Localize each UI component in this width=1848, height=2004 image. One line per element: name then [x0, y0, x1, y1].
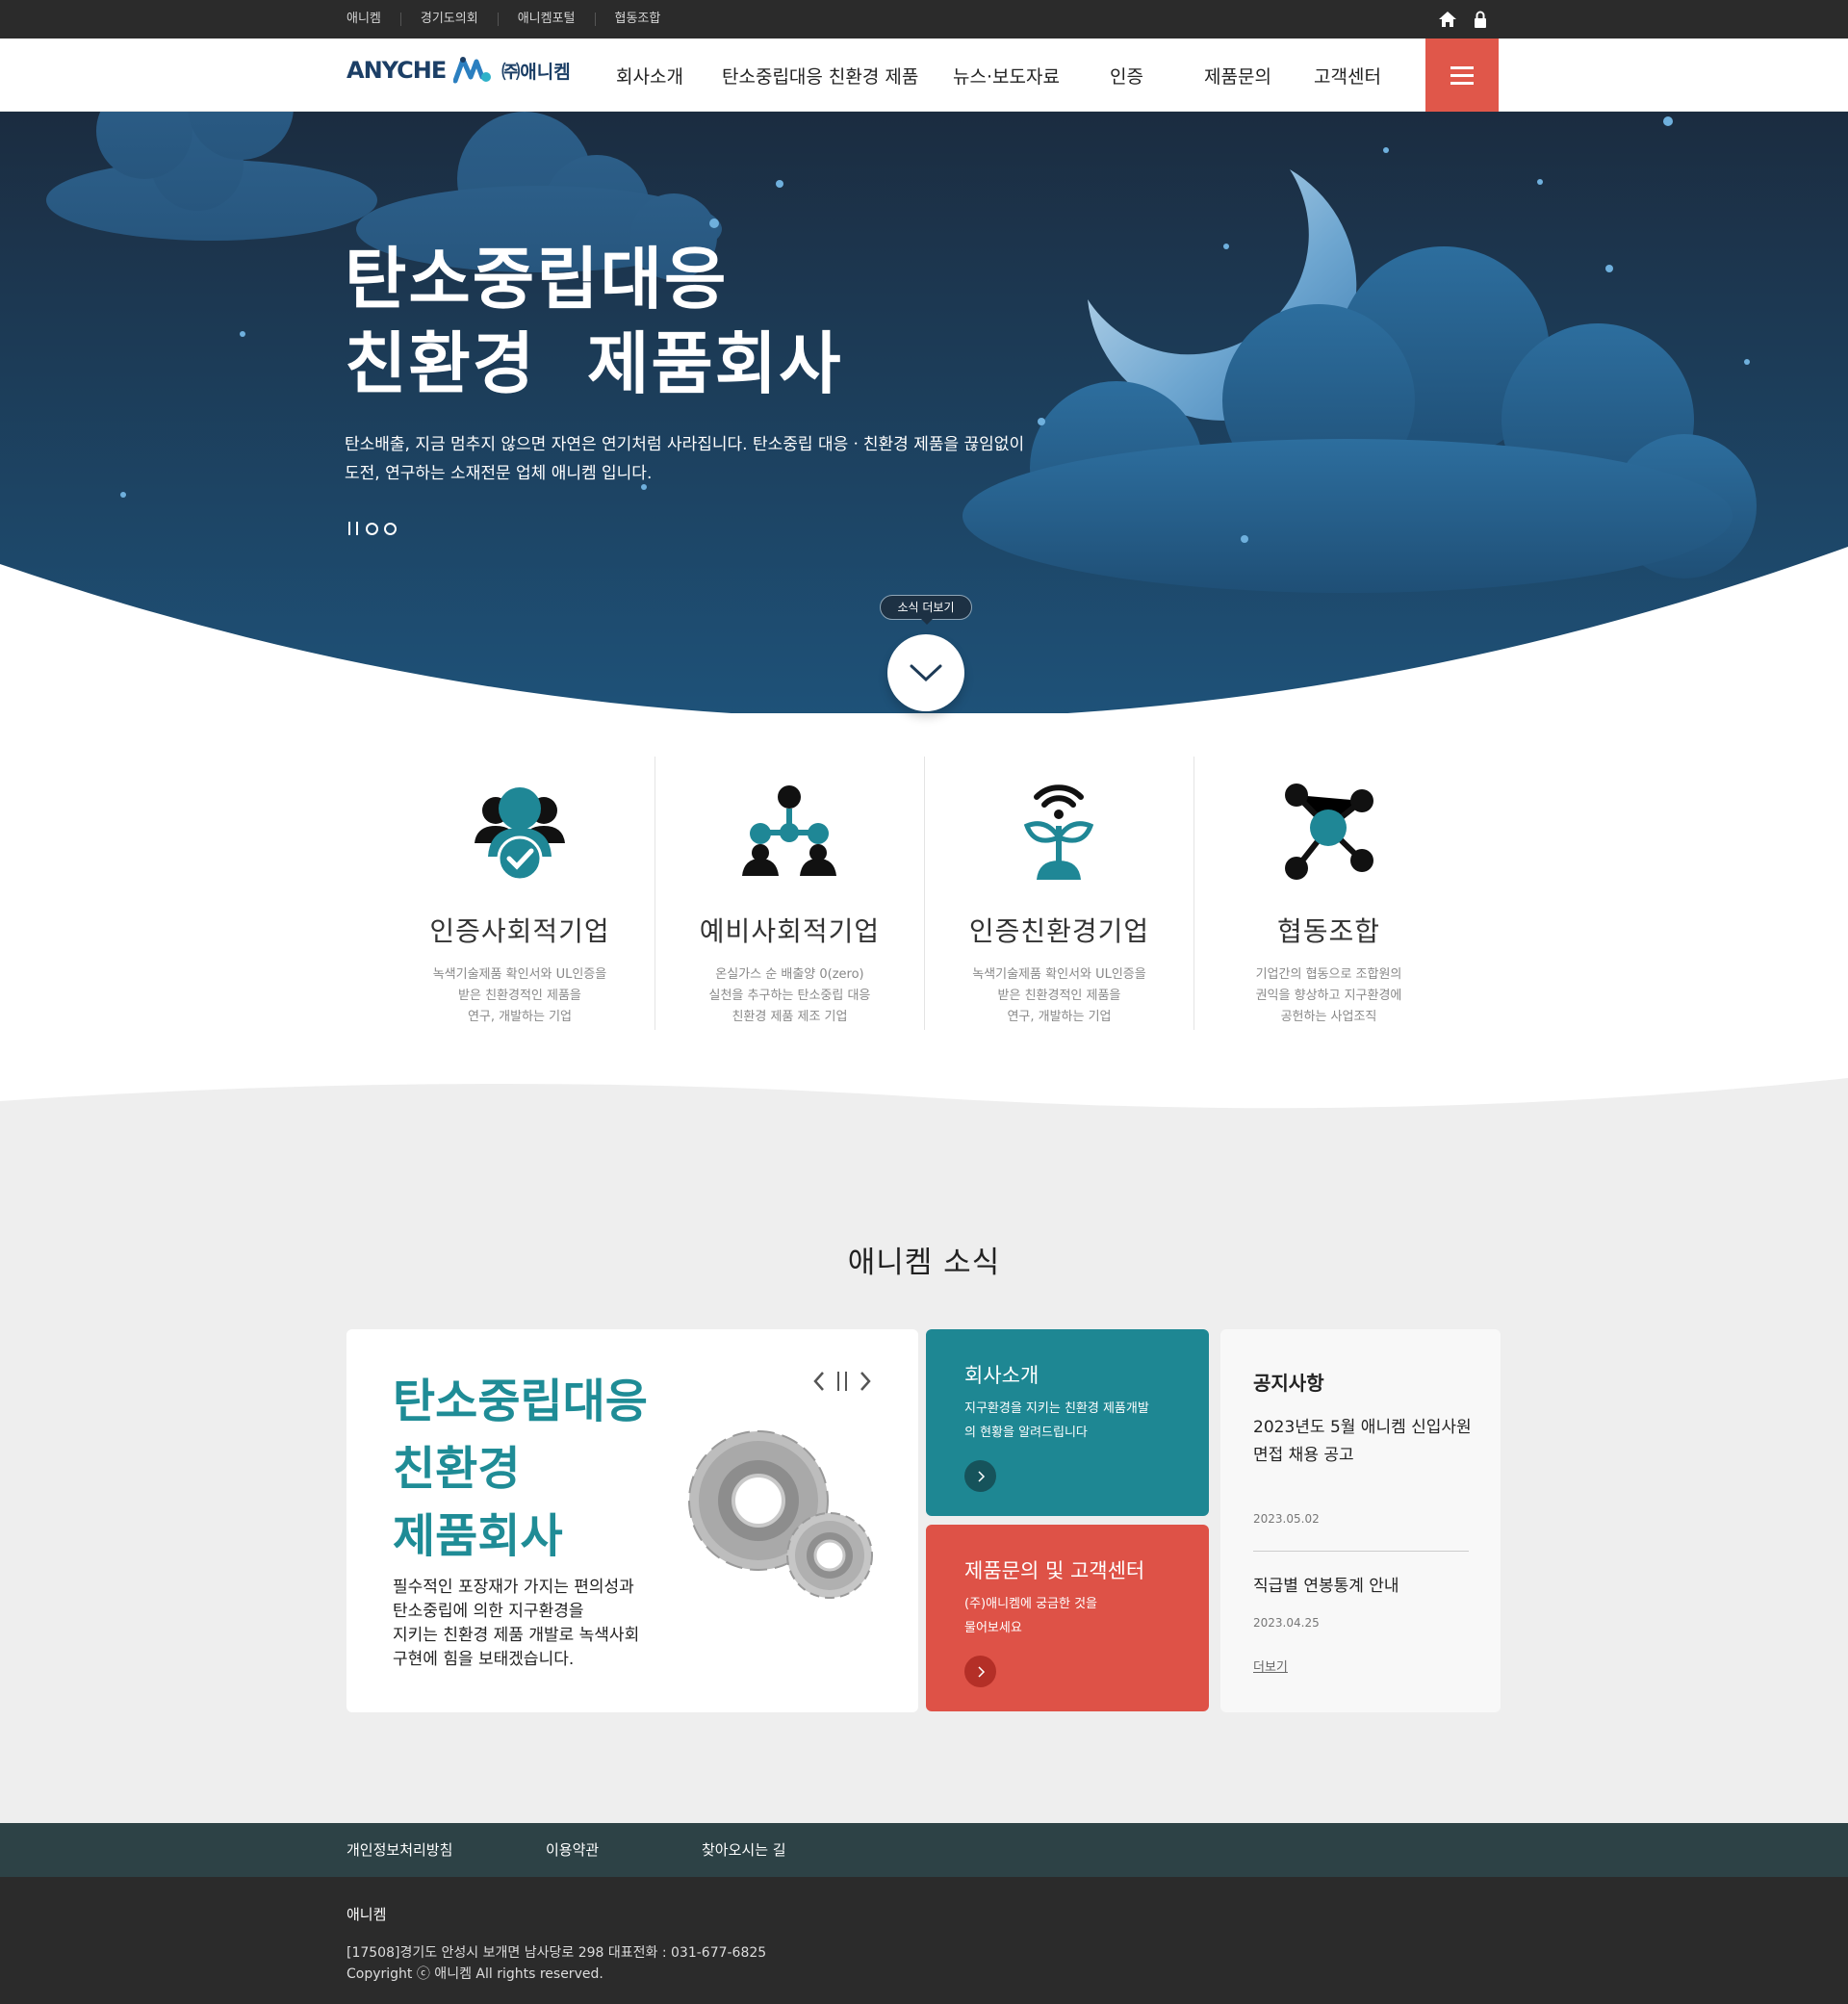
notice-item-title[interactable]: 직급별 연봉통계 안내: [1253, 1572, 1399, 1596]
card-description: (주)애니켐에 궁금한 것을 물어보세요: [964, 1597, 1098, 1635]
notice-item-date: 2023.04.25: [1253, 1616, 1320, 1630]
feature-description: 온실가스 순 배출양 0(zero) 실천을 추구하는 탄소중립 대응 친환경 …: [708, 967, 871, 1024]
feature-title: 협동조합: [1276, 915, 1381, 947]
nav-item-certification[interactable]: 인증: [1110, 63, 1204, 89]
footer-link-privacy[interactable]: 개인정보처리방침: [346, 1823, 452, 1877]
home-icon[interactable]: [1438, 10, 1457, 29]
customer-center-card[interactable]: 제품문의 및 고객센터 (주)애니켐에 궁금한 것을 물어보세요: [926, 1525, 1209, 1711]
nav-item-news[interactable]: 뉴스·보도자료: [953, 63, 1110, 89]
notice-more-link[interactable]: 더보기: [1253, 1657, 1288, 1675]
footer-company-name: 애니켐: [346, 1906, 387, 1923]
hamburger-menu-button[interactable]: [1425, 39, 1499, 112]
family-link-cooperative[interactable]: 협동조합: [594, 13, 680, 26]
hamburger-icon-bar: [1450, 81, 1474, 85]
feature-description: 녹색기술제품 확인서와 UL인증을 받은 친환경적인 제품을 연구, 개발하는 …: [972, 967, 1146, 1024]
scroll-down-button[interactable]: [887, 634, 964, 711]
slide-indicator[interactable]: [366, 522, 378, 535]
nav-item-product-inquiry[interactable]: 제품문의: [1204, 63, 1314, 89]
feature-title: 예비사회적기업: [699, 915, 881, 947]
feature-list: 인증사회적기업 녹색기술제품 확인서와 UL인증을 받은 친환경적인 제품을 연…: [385, 757, 1463, 1030]
notice-title: 공지사항: [1253, 1372, 1324, 1395]
pause-icon[interactable]: [348, 522, 358, 535]
nav-item-company[interactable]: 회사소개: [616, 63, 722, 89]
news-section-title: 애니켐 소식: [847, 1246, 1001, 1280]
feature-description: 기업간의 협동으로 조합원의 권익을 향상하고 지구환경에 공헌하는 사업조직: [1255, 967, 1402, 1024]
hero-slider-controls: [348, 522, 397, 535]
footer-link-directions[interactable]: 찾아오시는 길: [702, 1823, 786, 1877]
nav-item-customer-center[interactable]: 고객센터: [1314, 63, 1410, 89]
utility-icons: [1438, 10, 1490, 29]
card-title: 제품문의 및 고객센터: [964, 1559, 1145, 1582]
chevron-right-icon: [977, 1470, 985, 1482]
notice-item-title[interactable]: 2023년도 5월 애니켐 신입사원 면접 채용 공고: [1253, 1414, 1484, 1470]
feature-item[interactable]: 인증친환경기업 녹색기술제품 확인서와 UL인증을 받은 친환경적인 제품을 연…: [923, 757, 1194, 1030]
footer-address-block: [17508]경기도 안성시 보개면 남사당로 298 대표전화 : 031-6…: [346, 1942, 766, 1985]
more-news-tooltip: 소식 더보기: [880, 595, 972, 625]
chevron-right-icon: [977, 1665, 985, 1678]
hero-title-line: 친환경 제품회사: [345, 324, 843, 403]
card-go-button[interactable]: [964, 1460, 996, 1492]
feature-title: 인증사회적기업: [429, 915, 610, 947]
notice-item-date: 2023.05.02: [1253, 1512, 1320, 1526]
news-feature-text: 필수적인 포장재가 가지는 편의성과 탄소중립에 의한 지구환경을 지키는 친환…: [393, 1578, 640, 1669]
eco-sprout-icon: [1024, 784, 1094, 880]
news-feature-headline: 탄소중립대응 친환경 제품회사: [393, 1375, 648, 1563]
footer-links-bar: 개인정보처리방침 이용약관 찾아오시는 길: [0, 1823, 1848, 1877]
family-link-anychem-portal[interactable]: 애니켐포털: [497, 13, 595, 26]
site-logo[interactable]: ANYCHE ㈜애니켐: [346, 56, 571, 85]
footer-copyright: Copyright ⓒ 애니켐 All rights reserved.: [346, 1966, 603, 1982]
footer-address: [17508]경기도 안성시 보개면 남사당로 298 대표전화 : 031-6…: [346, 1945, 767, 1961]
chevron-left-icon[interactable]: [810, 1370, 828, 1393]
hero-title: 탄소중립대응 친환경 제품회사: [345, 237, 843, 406]
hamburger-icon-bar: [1450, 73, 1474, 77]
feature-title: 인증친환경기업: [968, 915, 1150, 947]
family-link-anychem[interactable]: 애니켐: [346, 13, 400, 26]
divider: [1253, 1551, 1469, 1552]
news-section-background: [0, 1078, 1848, 1823]
network-people-icon: [742, 785, 837, 876]
logo-mark-icon: [453, 57, 492, 84]
chevron-right-icon[interactable]: [857, 1370, 874, 1393]
feature-item[interactable]: 예비사회적기업 온실가스 순 배출양 0(zero) 실천을 추구하는 탄소중립…: [654, 757, 924, 1030]
pause-icon[interactable]: [837, 1372, 847, 1391]
company-intro-card[interactable]: 회사소개 지구환경을 지키는 친환경 제품개발 의 현황을 알려드립니다: [926, 1329, 1209, 1516]
certified-people-icon: [474, 787, 565, 882]
main-nav: 회사소개 탄소중립대응 친환경 제품 뉴스·보도자료 인증 제품문의 고객센터: [616, 39, 1410, 112]
feature-item[interactable]: 인증사회적기업 녹색기술제품 확인서와 UL인증을 받은 친환경적인 제품을 연…: [385, 757, 654, 1030]
card-description: 지구환경을 지키는 친환경 제품개발 의 현황을 알려드립니다: [964, 1401, 1149, 1440]
footer-link-terms[interactable]: 이용약관: [546, 1823, 599, 1877]
card-go-button[interactable]: [964, 1656, 996, 1687]
news-feature-card: 탄소중립대응 친환경 제품회사 필수적인 포장재가 가지는 편의성과 탄소중립에…: [346, 1329, 918, 1712]
news-slider-controls: [810, 1370, 874, 1393]
lock-icon[interactable]: [1471, 10, 1490, 29]
chevron-down-icon: [910, 664, 942, 682]
hamburger-icon-bar: [1450, 65, 1474, 69]
card-title: 회사소개: [964, 1364, 1040, 1387]
gears-illustration: [688, 1430, 873, 1599]
notice-card: 공지사항 2023년도 5월 애니켐 신입사원 면접 채용 공고 2023.05…: [1220, 1329, 1501, 1712]
feature-description: 녹색기술제품 확인서와 UL인증을 받은 친환경적인 제품을 연구, 개발하는 …: [432, 967, 607, 1024]
site-footer: 애니켐 [17508]경기도 안성시 보개면 남사당로 298 대표전화 : 0…: [0, 1877, 1848, 2004]
top-utility-bar: 애니켐 경기도의회 애니켐포털 협동조합: [0, 0, 1848, 39]
hero-description: 탄소배출, 지금 멈추지 않으면 자연은 연기처럼 사라집니다. 탄소중립 대응…: [345, 435, 1025, 483]
hero-title-line: 탄소중립대응: [345, 240, 729, 319]
feature-item[interactable]: 협동조합 기업간의 협동으로 조합원의 권익을 향상하고 지구환경에 공헌하는 …: [1193, 757, 1463, 1030]
logo-text-ko: ㈜애니켐: [501, 61, 571, 83]
family-link-gyeonggi-council[interactable]: 경기도의회: [399, 13, 498, 26]
site-header: ANYCHE ㈜애니켐 회사소개 탄소중립대응 친환경 제품 뉴스·보도자료 인…: [0, 39, 1848, 112]
cooperative-network-icon: [1285, 784, 1374, 880]
slide-indicator[interactable]: [384, 522, 397, 535]
nav-item-eco-products[interactable]: 탄소중립대응 친환경 제품: [722, 63, 953, 89]
family-site-links: 애니켐 경기도의회 애니켐포털 협동조합: [346, 0, 680, 39]
logo-text-en: ANYCHE: [346, 57, 447, 84]
